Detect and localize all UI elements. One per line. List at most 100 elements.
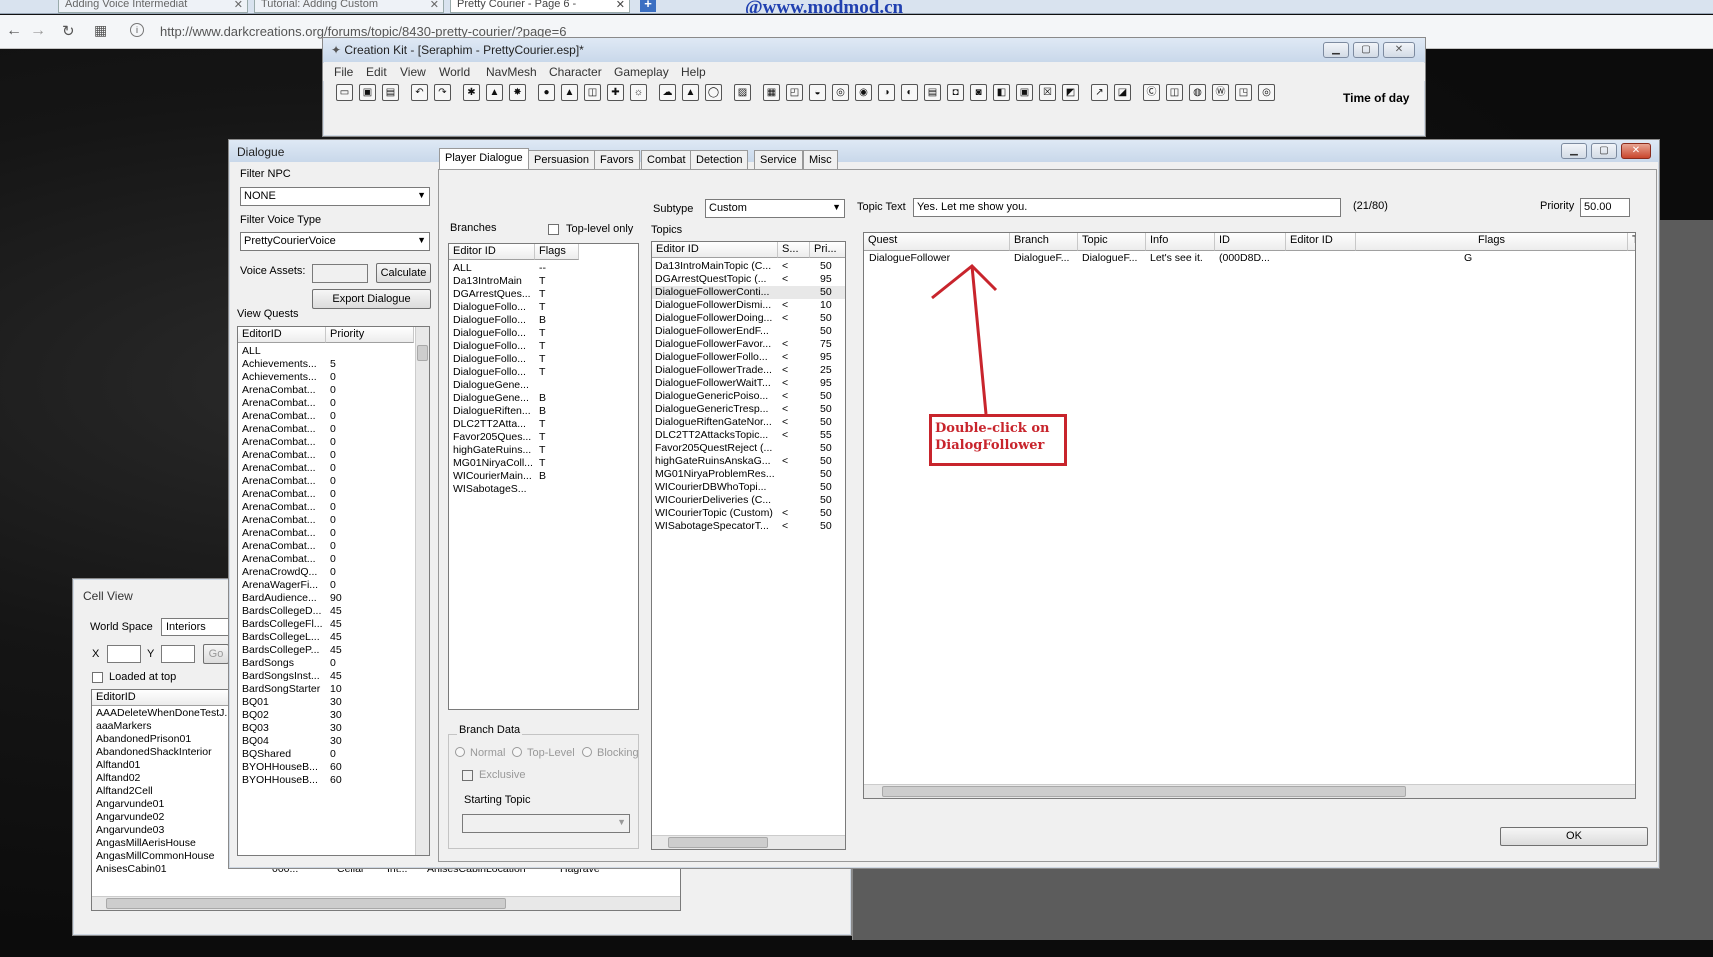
toolbar-tool-icon[interactable]: ◙ [970,84,987,101]
quest-row[interactable]: ArenaCombat... 0 [238,397,415,410]
quest-row[interactable]: BQ04 30 [238,735,415,748]
toolbar-tool-icon[interactable]: ◫ [584,84,601,101]
branch-row[interactable]: WISabotageS... [449,483,624,496]
quest-row[interactable]: ArenaWagerFi... 0 [238,579,415,592]
topic-row[interactable]: DialogueFollowerTrade... <25 [652,364,845,377]
forward-icon[interactable]: → [30,22,46,40]
menu-character[interactable]: Character [549,65,602,79]
menu-help[interactable]: Help [681,65,706,79]
tab-detection[interactable]: Detection [690,150,749,169]
topic-row[interactable]: DialogueFollowerDoing... <50 [652,312,845,325]
branch-row[interactable]: DLC2TT2Atta... T [449,418,624,431]
toolbar-tool-icon[interactable]: Ⓒ [1143,84,1160,101]
quest-row[interactable]: BardsCollegeFl... 45 [238,618,415,631]
x-input[interactable] [107,645,141,663]
topic-row[interactable]: MG01NiryaProblemRes... 50 [652,468,845,481]
quest-row[interactable]: BQShared 0 [238,748,415,761]
topic-row[interactable]: highGateRuinsAnskaG... <50 [652,455,845,468]
cell-hscroll[interactable] [92,896,680,910]
quest-row[interactable]: ArenaCombat... 0 [238,475,415,488]
toolbar-tool-icon[interactable]: ✚ [607,84,624,101]
toolbar-tool-icon[interactable]: ☁ [659,84,676,101]
topic-col-editorid[interactable]: Editor ID [652,242,778,258]
branch-row[interactable]: DialogueFollo... B [449,314,624,327]
toolbar-tool-icon[interactable]: ◰ [786,84,803,101]
branch-row[interactable]: DGArrestQues... T [449,288,624,301]
worldspace-select[interactable]: Interiors [161,618,231,636]
quest-row[interactable]: ArenaCrowdQ... 0 [238,566,415,579]
branch-row[interactable]: Da13IntroMain T [449,275,624,288]
filter-voice-select[interactable]: PrettyCourierVoice ▼ [240,232,430,251]
maximize-button[interactable]: ▢ [1353,42,1379,58]
cell-hscroll-thumb[interactable] [106,898,506,909]
browser-tab-2[interactable]: Tutorial: Adding Custom ✕ [254,0,444,13]
dialogue-maximize-button[interactable]: ▢ [1591,143,1617,159]
tab-combat[interactable]: Combat [641,150,692,169]
loaded-at-top-checkbox[interactable] [92,672,103,683]
info-col-quest[interactable]: Quest [864,233,1010,251]
chevron-down-icon[interactable]: ▼ [417,235,426,245]
dialogue-minimize-button[interactable]: ▁ [1561,143,1587,159]
quest-row[interactable]: ArenaCombat... 0 [238,449,415,462]
dialogue-close-button[interactable]: ✕ [1621,143,1651,159]
branch-list[interactable]: Editor ID Flags ALL -- Da13IntroMain T DGArr… [448,243,639,710]
apps-icon[interactable]: ▦ [94,22,107,39]
toolbar-tool-icon[interactable]: ▲ [561,84,578,101]
branch-row[interactable]: highGateRuins... T [449,444,624,457]
topic-row[interactable]: WISabotageSpecatorT... <50 [652,520,845,533]
topic-row[interactable]: DialogueGenericTresp... <50 [652,403,845,416]
toolbar-tool-icon[interactable]: ▦ [763,84,780,101]
export-dialogue-button[interactable]: Export Dialogue [312,289,431,309]
info-hscroll-thumb[interactable] [882,786,1406,797]
filter-npc-select[interactable]: NONE ▼ [240,187,430,206]
toolbar-tool-icon[interactable]: ↶ [411,84,428,101]
toolbar-tool-icon[interactable]: ▣ [1016,84,1033,101]
toolbar-tool-icon[interactable]: ● [538,84,555,101]
browser-tab-1[interactable]: Adding Voice Intermediat ✕ [58,0,248,13]
quest-row[interactable]: ArenaCombat... 0 [238,527,415,540]
topic-row[interactable]: DialogueFollowerConti... 50 [652,286,845,299]
new-tab-icon[interactable]: + [640,0,656,12]
info-col-topic[interactable]: Topic [1078,233,1146,251]
menu-gameplay[interactable]: Gameplay [614,65,669,79]
browser-tab-3[interactable]: Pretty Courier - Page 6 - ✕ [450,0,630,13]
y-input[interactable] [161,645,195,663]
topic-row[interactable]: DialogueFollowerWaitT... <95 [652,377,845,390]
topic-row[interactable]: DialogueFollowerEndF... 50 [652,325,845,338]
toolbar-tool-icon[interactable]: ◎ [1258,84,1275,101]
tab-close-icon[interactable]: ✕ [616,0,625,11]
quest-row[interactable]: BardSongs 0 [238,657,415,670]
branch-row[interactable]: DialogueRiften... B [449,405,624,418]
quest-row[interactable]: BYOHHouseB... 60 [238,774,415,787]
toolbar-tool-icon[interactable]: ▨ [734,84,751,101]
topic-list[interactable]: Editor ID S... Pri... Da13IntroMainTopic… [651,241,846,850]
quest-row[interactable]: ArenaCombat... 0 [238,501,415,514]
ok-button[interactable]: OK [1500,827,1648,846]
branch-row[interactable]: DialogueGene... [449,379,624,392]
chevron-down-icon[interactable]: ▼ [832,202,841,212]
toplevel-only-checkbox[interactable] [548,224,559,235]
tab-favors[interactable]: Favors [594,150,640,169]
toolbar-tool-icon[interactable]: ↷ [434,84,451,101]
branch-row[interactable]: DialogueFollo... T [449,366,624,379]
tab-close-icon[interactable]: ✕ [234,0,243,11]
toolbar-tool-icon[interactable]: ◒ [809,84,826,101]
topic-row[interactable]: DialogueFollowerFollo... <95 [652,351,845,364]
topic-row[interactable]: WICourierDBWhoTopi... 50 [652,481,845,494]
branch-row[interactable]: Favor205Ques... T [449,431,624,444]
toolbar-tool-icon[interactable]: ◫ [1166,84,1183,101]
close-button[interactable]: ✕ [1383,42,1415,58]
calculate-button[interactable]: Calculate [376,263,431,283]
toolbar-tool-icon[interactable]: Ⓦ [1212,84,1229,101]
topic-hscroll-thumb[interactable] [668,837,768,848]
quest-row[interactable]: BYOHHouseB... 60 [238,761,415,774]
topic-row[interactable]: DGArrestQuestTopic (... <95 [652,273,845,286]
back-icon[interactable]: ← [6,22,22,40]
branch-row[interactable]: DialogueFollo... T [449,301,624,314]
menu-world[interactable]: World [439,65,470,79]
reload-icon[interactable]: ↻ [62,22,75,40]
toolbar-tool-icon[interactable]: ◪ [1114,84,1131,101]
branch-row[interactable]: DialogueFollo... T [449,353,624,366]
topic-hscroll[interactable] [652,835,845,849]
toolbar-tool-icon[interactable]: ☒ [1039,84,1056,101]
